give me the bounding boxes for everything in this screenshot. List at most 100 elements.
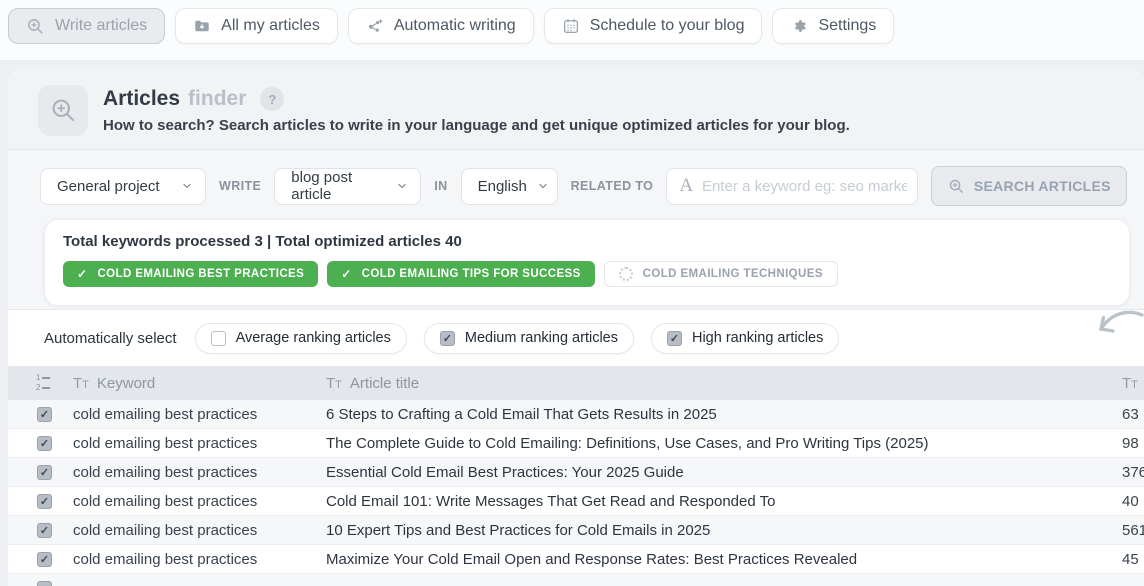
row-article-title: Essential Cold Email Best Practices: You…	[326, 464, 1114, 481]
keyword-chip-completed[interactable]: ✓ COLD EMAILING BEST PRACTICES	[63, 261, 318, 287]
check-icon: ✓	[77, 267, 87, 281]
filter-label: High ranking articles	[692, 330, 823, 346]
keyword-chip-label: COLD EMAILING BEST PRACTICES	[97, 268, 304, 280]
column-header-keyword[interactable]: Keyword	[97, 375, 155, 392]
column-header-article-title[interactable]: Article title	[350, 375, 419, 392]
row-checkbox[interactable]: ✓	[37, 436, 52, 451]
text-sort-icon[interactable]: TT	[73, 375, 89, 392]
articles-finder-panel: Articles finder ? How to search? Search …	[8, 68, 1144, 586]
sort-order-icon[interactable]: 1 2	[36, 374, 50, 392]
text-input-icon: A	[679, 175, 693, 197]
row-checkbox[interactable]: ✓	[37, 407, 52, 422]
table-row[interactable]: ✓ cold emailing best practices Maximize …	[8, 545, 1144, 574]
article-type-select[interactable]: blog post article	[274, 168, 421, 205]
checkbox-icon[interactable]: ✓	[440, 331, 455, 346]
row-keyword: cold emailing best practices	[64, 551, 326, 568]
write-label: WRITE	[217, 179, 263, 193]
auto-nodes-icon	[366, 17, 384, 35]
language-select-value: English	[478, 178, 527, 195]
tab-label: Automatic writing	[394, 17, 516, 35]
zoom-in-icon	[948, 178, 965, 195]
checkbox-icon[interactable]	[211, 331, 226, 346]
row-keyword: cold emailing best practices	[64, 464, 326, 481]
tab-label: Settings	[818, 17, 876, 35]
row-keyword: cold emailing best practices	[64, 522, 326, 539]
row-article-title: 6 Steps to Crafting a Cold Email That Ge…	[326, 406, 1114, 423]
row-checkbox[interactable]: ✓	[37, 523, 52, 538]
page-subtitle: How to search? Search articles to write …	[103, 117, 850, 134]
text-sort-icon[interactable]: TT	[326, 375, 342, 392]
keyword-input[interactable]	[702, 178, 907, 195]
search-form-section: General project WRITE blog post article …	[8, 150, 1144, 310]
row-article-title: Cold Email 101: Write Messages That Get …	[326, 493, 1114, 510]
chevron-down-icon	[537, 180, 549, 192]
filter-average-ranking[interactable]: Average ranking articles	[195, 323, 407, 354]
table-row[interactable]: ✓ cold emailing best practices Cold Emai…	[8, 487, 1144, 516]
keyword-chip-label: COLD EMAILING TECHNIQUES	[643, 268, 823, 280]
totals-summary: Total keywords processed 3 | Total optim…	[63, 233, 1111, 250]
tab-all-my-articles[interactable]: All my articles	[175, 8, 338, 44]
filter-high-ranking[interactable]: ✓ High ranking articles	[651, 323, 839, 354]
row-article-title: 10 Expert Tips and Best Practices for Co…	[326, 522, 1114, 539]
filter-medium-ranking[interactable]: ✓ Medium ranking articles	[424, 323, 634, 354]
auto-select-label: Automatically select	[44, 330, 177, 347]
page-title-accent: finder	[188, 87, 246, 111]
panel-header: Articles finder ? How to search? Search …	[8, 68, 1144, 150]
keyword-chip-label: COLD EMAILING TIPS FOR SUCCESS	[362, 268, 581, 280]
row-checkbox[interactable]: ✓	[37, 465, 52, 480]
zoom-in-icon	[38, 85, 88, 136]
help-icon[interactable]: ?	[260, 87, 284, 111]
check-icon: ✓	[341, 267, 351, 281]
row-checkbox[interactable]: ✓	[37, 494, 52, 509]
top-navigation: Write articles All my articles Automatic…	[0, 0, 1144, 60]
related-to-label: RELATED TO	[569, 179, 656, 193]
project-select[interactable]: General project	[40, 168, 206, 205]
row-keyword: cold emailing best practices	[64, 406, 326, 423]
calendar-icon	[562, 17, 580, 35]
row-score: 98	[1114, 435, 1144, 452]
filter-label: Average ranking articles	[236, 330, 391, 346]
tab-automatic-writing[interactable]: Automatic writing	[348, 8, 534, 44]
search-articles-button[interactable]: SEARCH ARTICLES	[931, 166, 1127, 206]
project-select-value: General project	[57, 178, 160, 195]
table-row[interactable]: ✓ cold emailing best practices Essential…	[8, 458, 1144, 487]
tab-schedule-to-blog[interactable]: Schedule to your blog	[544, 8, 763, 44]
keyword-input-wrap: A	[666, 168, 918, 205]
row-score: 376	[1114, 464, 1144, 481]
keyword-chip-completed[interactable]: ✓ COLD EMAILING TIPS FOR SUCCESS	[327, 261, 594, 287]
keywords-progress-box: Total keywords processed 3 | Total optim…	[44, 219, 1130, 306]
tab-write-articles[interactable]: Write articles	[8, 8, 165, 44]
gear-icon	[790, 17, 808, 35]
row-score: 561	[1114, 522, 1144, 539]
in-label: IN	[432, 179, 449, 193]
chevron-down-icon	[181, 180, 193, 192]
article-type-select-value: blog post article	[291, 169, 386, 203]
row-checkbox[interactable]: ✓	[37, 552, 52, 567]
language-select[interactable]: English	[461, 168, 558, 205]
table-row[interactable]: ✓ cold emailing best practices 6 Steps t…	[8, 400, 1144, 429]
spinner-icon	[619, 267, 633, 281]
table-row-partial[interactable]	[8, 574, 1144, 586]
keywords-processed-count: 3	[254, 233, 262, 250]
row-article-title: Maximize Your Cold Email Open and Respon…	[326, 551, 1114, 568]
page-title: Articles	[103, 87, 180, 111]
table-row[interactable]: ✓ cold emailing best practices The Compl…	[8, 429, 1144, 458]
table-row[interactable]: ✓ cold emailing best practices 10 Expert…	[8, 516, 1144, 545]
optimized-articles-count: 40	[445, 233, 462, 250]
row-score: 63	[1114, 406, 1144, 423]
tab-label: Write articles	[55, 17, 147, 35]
tab-label: Schedule to your blog	[590, 17, 745, 35]
row-checkbox[interactable]	[37, 581, 52, 586]
text-sort-icon[interactable]: TT	[1122, 375, 1138, 392]
chevron-down-icon	[396, 180, 408, 192]
row-keyword: cold emailing best practices	[64, 435, 326, 452]
row-score: 40	[1114, 493, 1144, 510]
row-article-title: The Complete Guide to Cold Emailing: Def…	[326, 435, 1114, 452]
checkbox-icon[interactable]: ✓	[667, 331, 682, 346]
keyword-chip-processing[interactable]: COLD EMAILING TECHNIQUES	[604, 261, 838, 287]
tab-settings[interactable]: Settings	[772, 8, 894, 44]
row-keyword: cold emailing best practices	[64, 493, 326, 510]
zoom-in-icon	[26, 17, 45, 36]
results-table-header: 1 2 TT Keyword TT Article title TT	[8, 366, 1144, 400]
folder-download-icon	[193, 17, 211, 35]
